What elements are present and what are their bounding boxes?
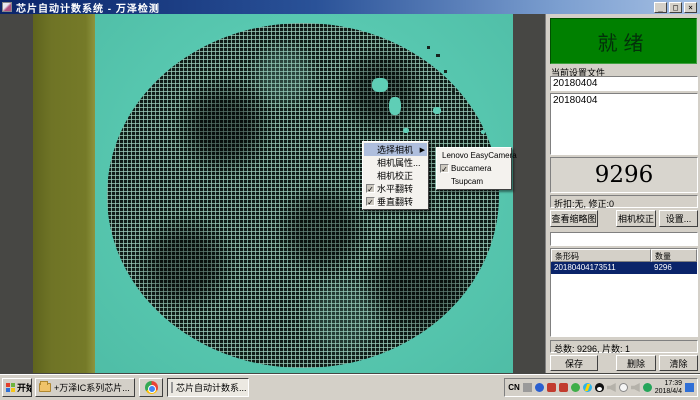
settings-file-list[interactable]: 20180404 xyxy=(550,93,698,155)
taskbar-item-folder[interactable]: +万泽IC系列芯片... xyxy=(35,378,135,397)
wafer-gap xyxy=(481,130,485,134)
settings-button[interactable]: 设置... xyxy=(659,210,698,227)
language-indicator[interactable]: CN xyxy=(508,383,520,392)
foxmail-icon[interactable] xyxy=(547,383,556,392)
column-header-quantity[interactable]: 数量 xyxy=(651,249,697,262)
mail-icon[interactable] xyxy=(559,383,568,392)
table-row[interactable]: 20180404173511 9296 xyxy=(551,262,697,274)
submenu-arrow-icon: ▶ xyxy=(420,146,425,154)
delete-button[interactable]: 删除 xyxy=(616,355,656,371)
ready-status-indicator: 就绪 xyxy=(550,18,697,64)
volume-icon[interactable] xyxy=(607,383,616,392)
taskbar: 开始 +万泽IC系列芯片... 芯片自动计数系... CN xyxy=(0,374,700,400)
network-icon[interactable] xyxy=(685,383,694,392)
chip-speck xyxy=(436,54,440,57)
cell-quantity: 9296 xyxy=(651,262,697,274)
camera-context-menu: 选择相机 ▶ 相机属性... 相机校正 ✓ 水平翻转 ✓ 垂直翻转 xyxy=(362,141,429,210)
speaker-icon[interactable] xyxy=(631,383,640,392)
minimize-button[interactable]: _ xyxy=(654,2,667,13)
submenu-item-buccamera[interactable]: ✓ Buccamera xyxy=(438,162,510,175)
tray-gray-icon[interactable] xyxy=(523,383,532,392)
menu-item-camera-calibration[interactable]: 相机校正 xyxy=(364,169,427,182)
chip-count-display: 9296 xyxy=(550,157,698,193)
view-thumbnail-button[interactable]: 查看缩略图 xyxy=(550,210,598,227)
tray-blue-circle-icon[interactable] xyxy=(535,383,544,392)
start-button[interactable]: 开始 xyxy=(2,378,32,397)
taskbar-item-chip-counter[interactable]: 芯片自动计数系... xyxy=(167,378,249,397)
olive-side-bar xyxy=(33,14,95,373)
qq-icon[interactable] xyxy=(595,383,604,392)
close-button[interactable]: × xyxy=(684,2,697,13)
save-button[interactable]: 保存 xyxy=(550,355,598,371)
chrome-icon xyxy=(145,381,158,394)
chip-speck xyxy=(427,46,430,49)
menu-item-horizontal-flip[interactable]: ✓ 水平翻转 xyxy=(364,182,427,195)
chip-speck xyxy=(452,88,455,92)
chip-speck xyxy=(444,70,447,73)
check-icon xyxy=(366,145,375,154)
menu-item-camera-properties[interactable]: 相机属性... xyxy=(364,156,427,169)
clock-icon[interactable] xyxy=(619,383,628,392)
wafer-gap xyxy=(389,97,401,115)
cell-barcode: 20180404173511 xyxy=(551,262,651,274)
menu-item-select-camera[interactable]: 选择相机 ▶ xyxy=(364,143,427,156)
desktop: 芯片自动计数系统 - 万泽检测 _ □ × 就绪 当前设置文件 20180404 xyxy=(0,0,700,400)
windows-logo-icon xyxy=(6,383,15,392)
check-icon xyxy=(440,177,449,186)
camera-select-submenu: Lenovo EasyCamera ✓ Buccamera Tsupcam xyxy=(436,147,512,190)
system-tray: CN 17:39 2018/4/4 xyxy=(504,378,698,397)
menu-item-vertical-flip[interactable]: ✓ 垂直翻转 xyxy=(364,195,427,208)
correction-info: 折扣:无, 修正:0 xyxy=(550,195,698,208)
check-icon: ✓ xyxy=(440,164,449,173)
wafer-gap xyxy=(372,78,388,92)
clock-display[interactable]: 17:39 2018/4/4 xyxy=(655,380,682,396)
folder-icon xyxy=(39,383,51,392)
safety-360-icon[interactable] xyxy=(643,383,652,392)
barcode-input[interactable] xyxy=(550,232,698,246)
clock-date: 2018/4/4 xyxy=(655,388,682,396)
check-icon: ✓ xyxy=(366,197,375,206)
wafer-gap xyxy=(433,107,441,114)
taskbar-item-chrome[interactable] xyxy=(139,378,163,397)
clear-button[interactable]: 清除 xyxy=(659,355,698,371)
title-bar[interactable]: 芯片自动计数系统 - 万泽检测 _ □ × xyxy=(0,0,700,14)
workspace: 就绪 当前设置文件 20180404 20180404 9296 折扣:无, 修… xyxy=(0,14,700,373)
chip-counter-app-icon xyxy=(171,382,173,393)
submenu-item-tsupcam[interactable]: Tsupcam xyxy=(438,175,510,188)
tray-green-dot-icon[interactable] xyxy=(571,383,580,392)
totals-summary: 总数: 9296, 片数: 1 xyxy=(550,340,698,353)
wafer-image-area[interactable] xyxy=(95,14,513,373)
control-panel: 就绪 当前设置文件 20180404 20180404 9296 折扣:无, 修… xyxy=(545,14,700,373)
column-header-barcode[interactable]: 条形码 xyxy=(551,249,651,262)
window-title: 芯片自动计数系统 - 万泽检测 xyxy=(16,0,160,15)
wafer-gap xyxy=(403,128,409,133)
results-table: 条形码 数量 20180404173511 9296 xyxy=(550,248,698,337)
check-icon: ✓ xyxy=(366,184,375,193)
check-icon xyxy=(366,171,375,180)
settings-file-input[interactable]: 20180404 xyxy=(550,76,698,91)
clock-time: 17:39 xyxy=(655,380,682,388)
maximize-button[interactable]: □ xyxy=(669,2,682,13)
kugou-icon[interactable] xyxy=(583,383,592,392)
check-icon xyxy=(366,158,375,167)
app-icon xyxy=(2,2,12,12)
wafer-chip-grid xyxy=(107,23,499,368)
submenu-item-lenovo-easycamera[interactable]: Lenovo EasyCamera xyxy=(438,149,510,162)
settings-file-list-item[interactable]: 20180404 xyxy=(553,95,695,107)
camera-calibrate-button[interactable]: 相机校正 xyxy=(616,210,656,227)
